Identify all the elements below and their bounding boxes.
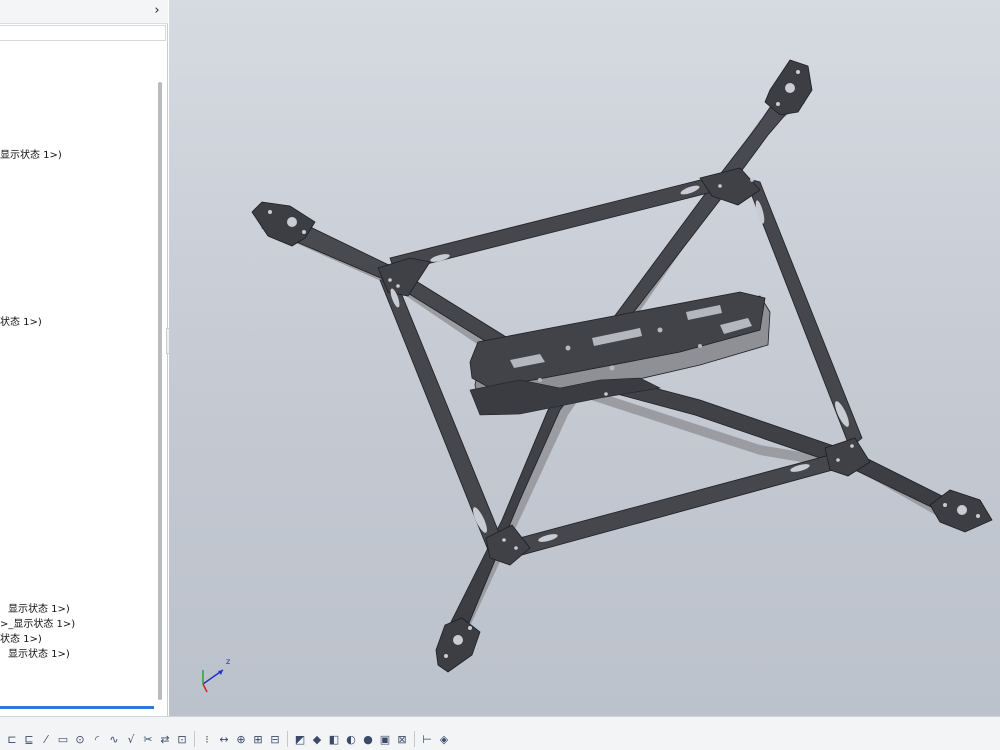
view-orientation-icon[interactable]: ◆: [309, 731, 325, 747]
rectangle-icon[interactable]: ▭: [55, 731, 71, 747]
trim-icon[interactable]: ✂: [140, 731, 156, 747]
toolbar-icon-row: ⊏ ⊑ ⁄ ▭ ⊙ ◜ ∿ √ ✂ ⇄ ⊡ ⁝ ↔ ⊕ ⊞ ⊟ ◩ ◆ ◧ ◐ ● ▣ ⊠ ⊢ ◈: [4, 731, 452, 750]
tree-filter-input[interactable]: [0, 25, 166, 41]
feature-tree-panel: › 显示状态 1>) 状态 1>) 显示状态 1>) >_显示状态 1>) 状态…: [0, 0, 168, 716]
smart-dimension-icon[interactable]: ⊑: [21, 731, 37, 747]
relations-icon[interactable]: √: [123, 731, 139, 747]
tree-item[interactable]: 显示状态 1>): [8, 648, 70, 661]
circle-icon[interactable]: ⊙: [72, 731, 88, 747]
tree-item[interactable]: 显示状态 1>): [8, 603, 70, 616]
chevron-right-icon[interactable]: ›: [150, 4, 164, 18]
convert-icon[interactable]: ⊕: [233, 731, 249, 747]
panel-header: ›: [0, 0, 168, 24]
toolbar-separator: [194, 731, 195, 747]
offset-icon[interactable]: ⊡: [174, 731, 190, 747]
mirror-icon[interactable]: ⇄: [157, 731, 173, 747]
motor-mount-bottom-left: [435, 617, 481, 673]
scene-icon[interactable]: ▣: [377, 731, 393, 747]
move-icon[interactable]: ↔: [216, 731, 232, 747]
display-style-icon[interactable]: ◧: [326, 731, 342, 747]
feature-tree: 显示状态 1>) 状态 1>) 显示状态 1>) >_显示状态 1>) 状态 1…: [0, 42, 156, 706]
tree-item[interactable]: 状态 1>): [0, 633, 42, 646]
axis-z-label: z: [226, 657, 231, 666]
tree-horizontal-scrollbar[interactable]: [0, 706, 154, 709]
motor-mount-top-right: [764, 59, 813, 116]
zoom-fit-icon[interactable]: ⊞: [250, 731, 266, 747]
measure-icon[interactable]: ⊢: [419, 731, 435, 747]
tree-vertical-scrollbar[interactable]: [158, 82, 162, 700]
bottom-toolbar: ⊏ ⊑ ⁄ ▭ ⊙ ◜ ∿ √ ✂ ⇄ ⊡ ⁝ ↔ ⊕ ⊞ ⊟ ◩ ◆ ◧ ◐ ● ▣ ⊠ ⊢ ◈: [0, 716, 1000, 750]
arc-icon[interactable]: ◜: [89, 731, 105, 747]
section-view-icon[interactable]: ◩: [292, 731, 308, 747]
tree-item[interactable]: 显示状态 1>): [0, 149, 62, 162]
line-icon[interactable]: ⁄: [38, 731, 54, 747]
spline-icon[interactable]: ∿: [106, 731, 122, 747]
view-settings-icon[interactable]: ⊠: [394, 731, 410, 747]
render-icon[interactable]: ◈: [436, 731, 452, 747]
appearance-icon[interactable]: ●: [360, 731, 376, 747]
toolbar-separator: [414, 731, 415, 747]
pattern-icon[interactable]: ⁝: [199, 731, 215, 747]
hide-show-icon[interactable]: ◐: [343, 731, 359, 747]
tree-item[interactable]: >_显示状态 1>): [0, 618, 75, 631]
graphics-viewport[interactable]: z: [169, 0, 1000, 716]
drone-frame-model[interactable]: [169, 0, 1000, 716]
zoom-area-icon[interactable]: ⊟: [267, 731, 283, 747]
toolbar-separator: [287, 731, 288, 747]
tree-item[interactable]: 状态 1>): [0, 316, 42, 329]
sketch-icon[interactable]: ⊏: [4, 731, 20, 747]
